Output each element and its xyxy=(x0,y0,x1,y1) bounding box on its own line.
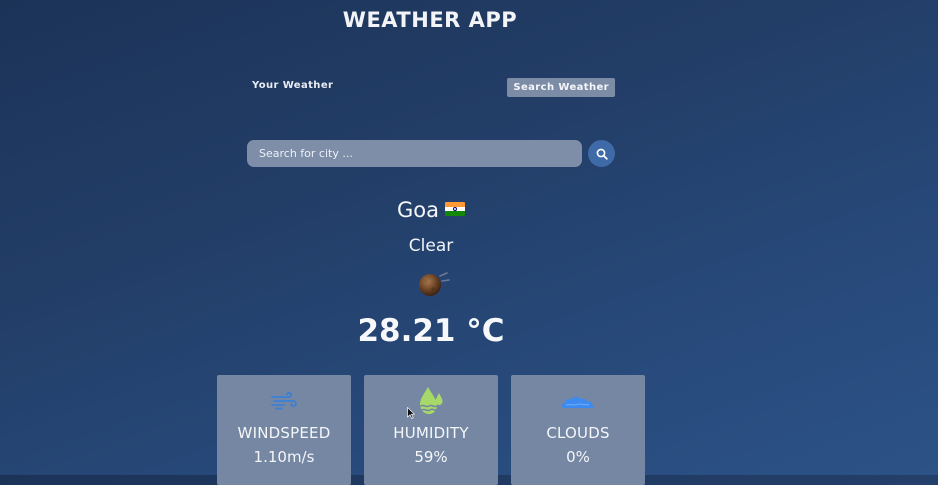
app-title: WEATHER APP xyxy=(342,8,518,32)
windspeed-card: WINDSPEED 1.10m/s xyxy=(217,375,351,485)
city-name: Goa xyxy=(397,198,439,222)
clear-night-icon xyxy=(419,272,450,296)
tab-search-weather[interactable]: Search Weather xyxy=(507,78,615,97)
windspeed-value: 1.10m/s xyxy=(253,448,315,466)
clouds-value: 0% xyxy=(566,448,590,466)
tab-your-weather[interactable]: Your Weather xyxy=(252,80,333,91)
humidity-icon xyxy=(420,387,443,414)
cloud-icon xyxy=(561,396,594,408)
temperature: 28.21 °C xyxy=(357,313,505,349)
clouds-card: CLOUDS 0% xyxy=(511,375,645,485)
clouds-label: CLOUDS xyxy=(546,424,610,442)
city-row: Goa xyxy=(0,198,862,222)
wind-icon xyxy=(271,391,297,410)
search-input[interactable] xyxy=(247,140,582,167)
search-icon xyxy=(596,148,608,160)
weather-condition: Clear xyxy=(408,236,454,256)
humidity-label: HUMIDITY xyxy=(393,424,469,442)
mouse-cursor-icon xyxy=(407,407,415,419)
humidity-value: 59% xyxy=(414,448,448,466)
tab-bar: Your Weather Search Weather xyxy=(246,78,615,98)
humidity-card: HUMIDITY 59% xyxy=(364,375,498,485)
india-flag-icon xyxy=(445,202,465,216)
search-bar xyxy=(247,140,582,167)
search-button[interactable] xyxy=(588,140,615,167)
windspeed-label: WINDSPEED xyxy=(237,424,331,442)
